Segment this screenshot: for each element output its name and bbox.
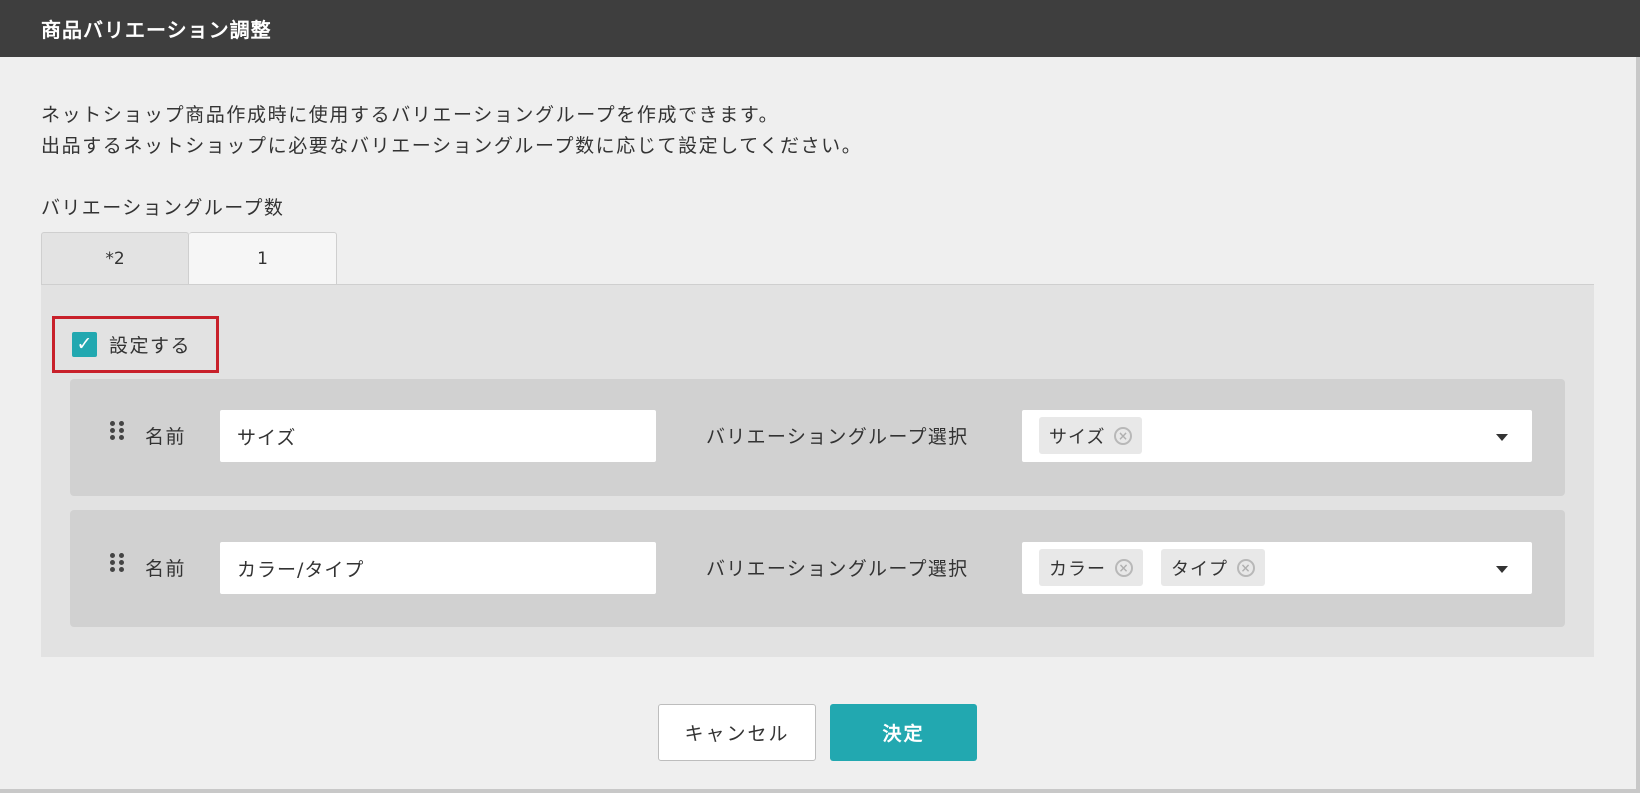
group-chip: タイプ ×: [1161, 549, 1265, 586]
check-icon[interactable]: ✓: [72, 332, 97, 357]
cancel-button[interactable]: キャンセル: [658, 704, 816, 761]
name-input[interactable]: [220, 410, 656, 462]
enable-setting-checkbox[interactable]: ✓ 設定する: [52, 316, 219, 373]
group-chip-label: タイプ: [1171, 558, 1228, 580]
group-chip: サイズ ×: [1039, 417, 1143, 454]
enable-setting-label: 設定する: [109, 335, 192, 357]
group-select-label: バリエーショングループ選択: [706, 426, 969, 448]
group-chip: カラー ×: [1039, 549, 1143, 586]
description-line-2: 出品するネットショップに必要なバリエーショングループ数に応じて設定してください。: [41, 135, 863, 157]
group-select[interactable]: カラー × タイプ ×: [1022, 542, 1532, 594]
name-label: 名前: [145, 426, 187, 448]
caret-down-icon[interactable]: [1496, 434, 1508, 441]
name-label: 名前: [145, 558, 187, 580]
clear-circle-icon[interactable]: ×: [1115, 558, 1133, 577]
tab-count-1[interactable]: 1: [189, 232, 337, 284]
group-select[interactable]: サイズ ×: [1022, 410, 1532, 462]
name-input[interactable]: [220, 542, 656, 594]
group-count-tabs: *2 1: [41, 232, 337, 285]
group-count-label: バリエーショングループ数: [41, 197, 285, 219]
clear-circle-icon[interactable]: ×: [1237, 558, 1255, 577]
dialog-title-bar: 商品バリエーション調整: [0, 0, 1640, 57]
caret-down-icon[interactable]: [1496, 566, 1508, 573]
dialog-title: 商品バリエーション調整: [41, 18, 272, 42]
description: ネットショップ商品作成時に使用するバリエーショングループを作成できます。 出品す…: [41, 100, 862, 162]
tab-count-2[interactable]: *2: [41, 232, 189, 284]
drag-handle-icon[interactable]: [110, 421, 124, 441]
description-line-1: ネットショップ商品作成時に使用するバリエーショングループを作成できます。: [41, 104, 780, 126]
clear-circle-icon[interactable]: ×: [1114, 426, 1133, 445]
ok-button[interactable]: 決定: [830, 704, 977, 761]
dialog-right-edge: [1636, 57, 1640, 793]
group-select-label: バリエーショングループ選択: [706, 558, 969, 580]
dialog-bottom-edge: [0, 789, 1640, 793]
drag-handle-icon[interactable]: [110, 553, 124, 573]
group-chip-label: サイズ: [1049, 426, 1106, 448]
group-chip-label: カラー: [1049, 558, 1106, 580]
